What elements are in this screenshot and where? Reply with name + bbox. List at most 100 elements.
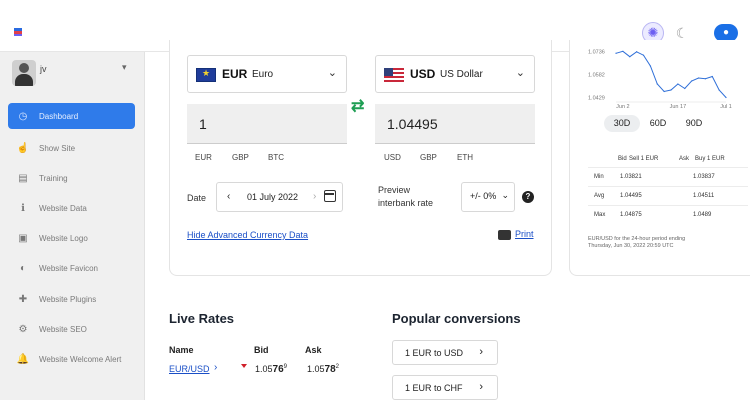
bell-icon: 🔔 — [16, 353, 30, 365]
calendar-icon[interactable] — [324, 190, 336, 202]
y-tick-label: 1.0429 — [588, 96, 605, 102]
eye-icon: ● — [722, 27, 730, 38]
popular-conversions-title: Popular conversions — [392, 311, 521, 326]
sidebar-item-label: Website Favicon — [39, 264, 98, 274]
y-tick-label: 1.0582 — [588, 73, 605, 79]
stats-row: Avg 1.04495 1.04511 — [588, 186, 748, 205]
from-currency-code: EUR — [222, 67, 248, 81]
x-tick-label: Jun 2 — [616, 104, 629, 110]
sidebar-item-label: Dashboard — [39, 111, 79, 121]
quick-currency-to-2[interactable]: ETH — [457, 153, 473, 162]
quick-currency-to-1[interactable]: GBP — [420, 153, 437, 162]
live-rate-bid: 1.05769 — [255, 364, 287, 375]
sidebar-item-label: Website SEO — [39, 324, 87, 334]
stats-label: Avg — [594, 193, 605, 199]
sidebar-item-show-site[interactable]: ☝ Show Site — [8, 133, 135, 163]
stats-bid: 1.03821 — [620, 174, 642, 180]
to-currency-code: USD — [410, 67, 436, 81]
pointer-icon: ☝ — [16, 142, 30, 154]
data-point — [629, 56, 631, 58]
live-rates-title: Live Rates — [169, 311, 235, 326]
data-point — [725, 96, 727, 99]
y-tick-label: 1.0736 — [588, 50, 605, 56]
print-link[interactable]: Print — [515, 229, 534, 239]
sidebar-item-website-plugins[interactable]: ✚ Website Plugins — [8, 284, 135, 314]
stats-row: Min 1.03821 1.03837 — [588, 167, 748, 186]
date-picker[interactable]: ‹ 01 July 2022 › — [216, 182, 343, 212]
spread-select[interactable]: +/- 0% ⌄ — [461, 182, 515, 212]
chevron-down-icon: ⌄ — [515, 67, 525, 79]
puzzle-icon: ✚ — [18, 293, 28, 305]
chevron-down-icon: ▾ — [122, 62, 127, 72]
preview-interbank-label: Preview interbank rate — [378, 185, 434, 208]
info-icon: ℹ — [21, 202, 25, 214]
data-point — [697, 77, 700, 79]
live-rates-name-header: Name — [169, 345, 194, 355]
range-30d-button[interactable]: 30D — [604, 115, 640, 132]
help-icon[interactable]: ? — [522, 191, 534, 203]
chevron-right-icon[interactable]: › — [214, 362, 217, 373]
quick-currency-from-1[interactable]: GBP — [232, 153, 249, 162]
live-rate-pair-link[interactable]: EUR/USD — [169, 364, 210, 374]
sidebar-item-label: Website Welcome Alert — [39, 354, 122, 364]
sidebar-item-training[interactable]: ▤ Training — [8, 163, 135, 193]
quick-currency-to-0[interactable]: USD — [384, 153, 401, 162]
logo-icon[interactable] — [14, 28, 22, 36]
sidebar-item-label: Training — [39, 173, 68, 183]
chevron-right-icon[interactable]: › — [313, 191, 316, 202]
gear-icon: ⚙ — [18, 323, 28, 335]
sidebar-item-dashboard[interactable]: ◷ Dashboard — [8, 103, 135, 129]
chevron-down-icon: ⌄ — [327, 67, 337, 79]
range-60d-button[interactable]: 60D — [640, 115, 676, 132]
note-line-1: EUR/USD for the 24-hour period ending — [588, 236, 686, 242]
stats-sell-header: Sell 1 EUR — [629, 156, 659, 162]
popular-conversion-button[interactable]: 1 EUR to USD › — [392, 340, 498, 365]
x-tick-label: Jun 17 — [670, 104, 687, 110]
chevron-left-icon[interactable]: ‹ — [227, 191, 230, 202]
sidebar-item-website-seo[interactable]: ⚙ Website SEO — [8, 314, 135, 344]
from-currency-select[interactable]: EUR Euro ⌄ — [187, 55, 347, 93]
data-point — [656, 83, 658, 85]
to-currency-name: US Dollar — [440, 69, 483, 80]
data-point — [663, 90, 665, 93]
quick-currency-from-0[interactable]: EUR — [195, 153, 212, 162]
data-point — [642, 54, 645, 56]
user-menu[interactable]: jv ▾ — [12, 60, 132, 92]
rate-history-card: 1.0736 1.0582 1.0429 Jun 2 Jun 17 Jul 1 30D 60… — [569, 40, 750, 276]
from-amount-input[interactable]: 1 — [187, 104, 347, 144]
chevron-right-icon: › — [479, 346, 483, 358]
to-amount-input[interactable]: 1.04495 — [375, 104, 535, 144]
avatar — [12, 60, 36, 86]
note-line-2: Thursday, Jun 30, 2022 20:59 UTC — [588, 243, 674, 249]
range-90d-button[interactable]: 90D — [676, 115, 712, 132]
stats-ask: 1.03837 — [693, 174, 715, 180]
popular-conversion-label: 1 EUR to CHF — [405, 383, 463, 393]
data-point — [704, 78, 706, 80]
sidebar-item-website-welcome-alert[interactable]: 🔔 Website Welcome Alert — [8, 344, 135, 374]
sidebar-item-label: Website Plugins — [39, 294, 97, 304]
spread-value: +/- 0% — [470, 191, 497, 201]
to-currency-select[interactable]: USD US Dollar ⌄ — [375, 55, 535, 93]
data-point — [670, 89, 672, 91]
sidebar-item-website-data[interactable]: ℹ Website Data — [8, 193, 135, 223]
sidebar-item-label: Website Data — [39, 203, 87, 213]
sun-icon: ✺ — [647, 25, 659, 40]
hide-advanced-data-link[interactable]: Hide Advanced Currency Data — [187, 230, 308, 240]
live-rates-ask-header: Ask — [305, 345, 322, 355]
sidebar-item-website-logo[interactable]: ▣ Website Logo — [8, 224, 135, 254]
image-icon: ▣ — [18, 233, 28, 245]
live-rates-bid-header: Bid — [254, 345, 269, 355]
rate-line-chart: 1.0736 1.0582 1.0429 Jun 2 Jun 17 Jul 1 — [588, 50, 732, 110]
print-icon[interactable] — [498, 230, 511, 240]
sidebar-item-website-favicon[interactable]: ◐ Website Favicon — [8, 254, 135, 284]
sidebar-nav: ◷ Dashboard ☝ Show Site ▤ Training ℹ Website Da… — [8, 103, 135, 375]
training-icon: ▤ — [18, 172, 28, 184]
swap-currencies-icon[interactable]: ⇄ — [351, 99, 364, 115]
rate-period-note: EUR/USD for the 24-hour period ending Th… — [588, 236, 748, 250]
date-value: 01 July 2022 — [247, 192, 299, 202]
sidebar-item-label: Website Logo — [39, 234, 88, 244]
quick-currency-from-2[interactable]: BTC — [268, 153, 284, 162]
user-name: jv — [40, 64, 47, 74]
data-point — [684, 87, 686, 90]
popular-conversion-button[interactable]: 1 EUR to CHF › — [392, 375, 498, 400]
